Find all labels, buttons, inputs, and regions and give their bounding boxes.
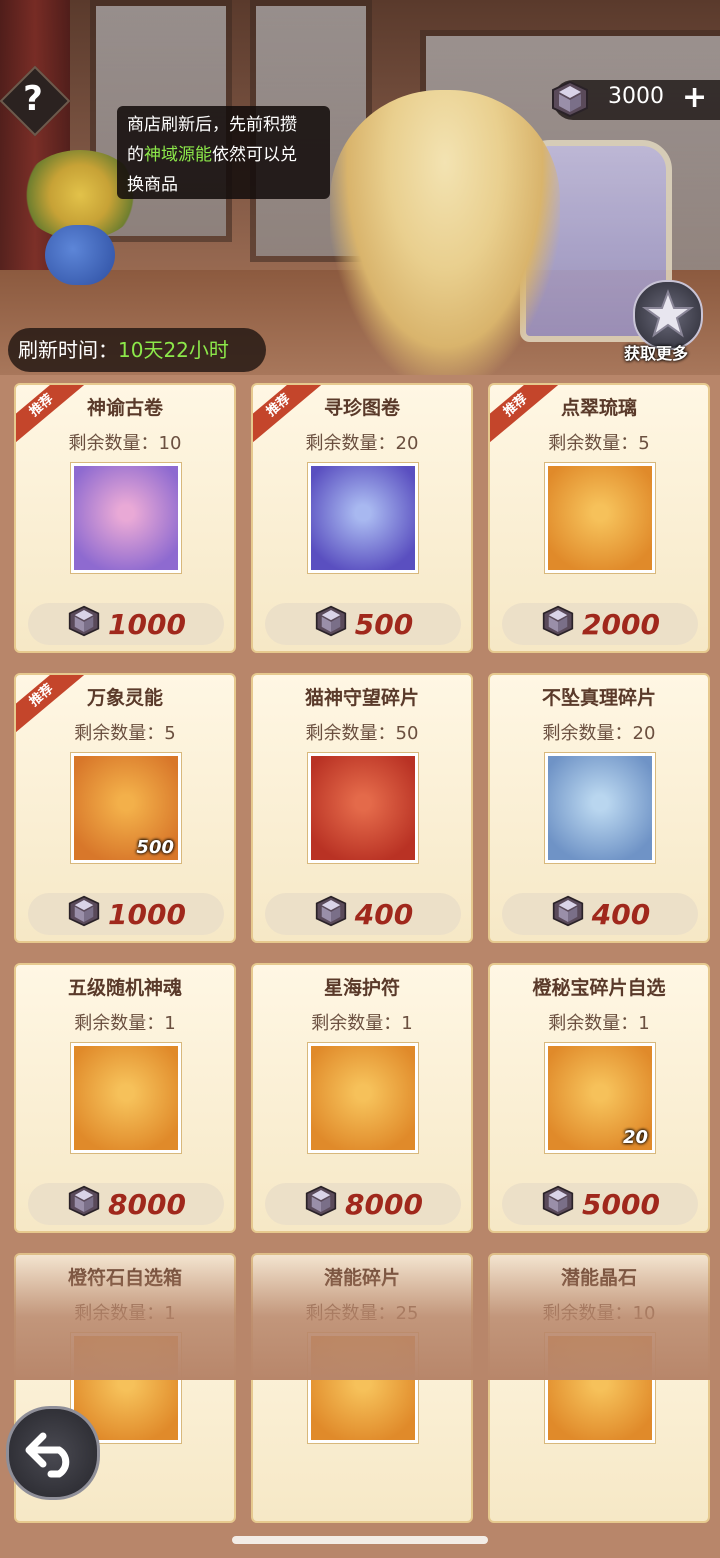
item-price: 8000 (345, 1187, 423, 1221)
item-count-badge: 500 (136, 837, 174, 858)
item-name: 星海护符 (323, 977, 400, 999)
buy-price-button[interactable]: 8000 (28, 1183, 224, 1225)
gem-currency-icon (313, 895, 349, 934)
item-remaining: 剩余数量：1 (548, 1013, 650, 1034)
tooltip-text: 依然可以兑 (212, 145, 297, 165)
gem-currency-icon (550, 895, 586, 934)
buy-price-button[interactable]: 1000 (28, 603, 224, 645)
shop-tooltip: 商店刷新后，先前积攒 的神域源能依然可以兑 换商品 (117, 106, 330, 199)
help-button[interactable]: ? (10, 76, 56, 122)
gem-currency-icon (303, 1185, 339, 1224)
item-icon (308, 753, 418, 863)
tooltip-highlight: 神域源能 (144, 145, 212, 165)
item-icon (71, 463, 181, 573)
buy-price-button[interactable]: 2000 (502, 603, 698, 645)
vase (45, 225, 115, 285)
item-price: 500 (354, 607, 414, 641)
item-icon (308, 463, 418, 573)
shop-item-card[interactable]: 橙秘宝碎片自选 剩余数量：1 20 5000 (488, 963, 710, 1233)
item-name: 寻珍图卷 (323, 397, 400, 419)
shop-banner-scene (0, 0, 720, 375)
list-fade-overlay (0, 1240, 720, 1380)
get-more-label: 获取更多 (624, 344, 689, 363)
buy-price-button[interactable]: 500 (265, 603, 461, 645)
item-name: 五级随机神魂 (67, 977, 182, 999)
item-remaining: 剩余数量：5 (548, 433, 650, 454)
item-count-badge: 20 (622, 1127, 648, 1148)
item-name: 橙秘宝碎片自选 (532, 977, 666, 999)
item-remaining: 剩余数量：1 (74, 1013, 176, 1034)
refresh-timer: 刷新时间：10天22小时 (8, 328, 266, 372)
buy-price-button[interactable]: 1000 (28, 893, 224, 935)
shop-item-card[interactable]: 不坠真理碎片 剩余数量：20 400 (488, 673, 710, 943)
back-button[interactable] (6, 1406, 100, 1500)
shop-item-card[interactable]: 推荐 神谕古卷 剩余数量：10 1000 (14, 383, 236, 653)
gem-currency-icon (313, 605, 349, 644)
shop-item-card[interactable]: 五级随机神魂 剩余数量：1 8000 (14, 963, 236, 1233)
tooltip-text: 的 (127, 145, 144, 165)
item-name: 猫神守望碎片 (304, 687, 419, 709)
item-remaining: 剩余数量：10 (68, 433, 182, 454)
item-remaining: 剩余数量：20 (305, 433, 419, 454)
item-price: 1000 (108, 607, 186, 641)
item-price: 5000 (582, 1187, 660, 1221)
item-remaining: 剩余数量：1 (311, 1013, 413, 1034)
item-name: 点翠琉璃 (560, 397, 637, 419)
star-icon (641, 289, 695, 338)
item-icon: 20 (545, 1043, 655, 1153)
item-price: 1000 (108, 897, 186, 931)
item-remaining: 剩余数量：5 (74, 723, 176, 744)
item-price: 400 (591, 897, 651, 931)
tooltip-line: 换商品 (127, 175, 178, 195)
add-currency-button[interactable]: + (682, 80, 707, 115)
item-remaining: 剩余数量：20 (542, 723, 656, 744)
item-price: 2000 (582, 607, 660, 641)
back-arrow-icon (25, 1432, 70, 1478)
gem-currency-icon (66, 1185, 102, 1224)
shop-item-card[interactable]: 猫神守望碎片 剩余数量：50 400 (251, 673, 473, 943)
currency-amount: 3000 (608, 84, 664, 109)
shop-item-card[interactable]: 推荐 万象灵能 剩余数量：5 500 1000 (14, 673, 236, 943)
item-icon: 500 (71, 753, 181, 863)
item-icon (545, 753, 655, 863)
home-indicator (232, 1536, 488, 1544)
shop-item-card[interactable]: 星海护符剩余数量：1 8000 (251, 963, 473, 1233)
item-price: 8000 (108, 1187, 186, 1221)
shop-item-card[interactable]: 推荐 寻珍图卷 剩余数量：20 500 (251, 383, 473, 653)
gem-currency-icon (66, 895, 102, 934)
item-icon (545, 463, 655, 573)
gem-currency-icon (540, 1185, 576, 1224)
shop-item-card[interactable]: 推荐 点翠琉璃 剩余数量：5 2000 (488, 383, 710, 653)
shopkeeper-character (330, 90, 560, 375)
item-name: 不坠真理碎片 (541, 687, 656, 709)
buy-price-button[interactable]: 400 (502, 893, 698, 935)
buy-price-button[interactable]: 5000 (502, 1183, 698, 1225)
gem-currency-icon (552, 80, 588, 118)
item-icon (71, 1043, 181, 1153)
buy-price-button[interactable]: 8000 (265, 1183, 461, 1225)
gem-currency-icon (66, 605, 102, 644)
tooltip-line: 商店刷新后，先前积攒 (127, 115, 297, 135)
item-icon (308, 1043, 418, 1153)
refresh-label: 刷新时间： (18, 338, 118, 362)
item-price: 400 (354, 897, 414, 931)
item-remaining: 剩余数量：50 (305, 723, 419, 744)
item-name: 神谕古卷 (86, 397, 163, 419)
tooltip-line: 的神域源能依然可以兑 (127, 140, 320, 170)
item-name: 万象灵能 (86, 687, 163, 709)
refresh-time: 10天22小时 (118, 338, 229, 362)
buy-price-button[interactable]: 400 (265, 893, 461, 935)
gem-currency-icon (540, 605, 576, 644)
